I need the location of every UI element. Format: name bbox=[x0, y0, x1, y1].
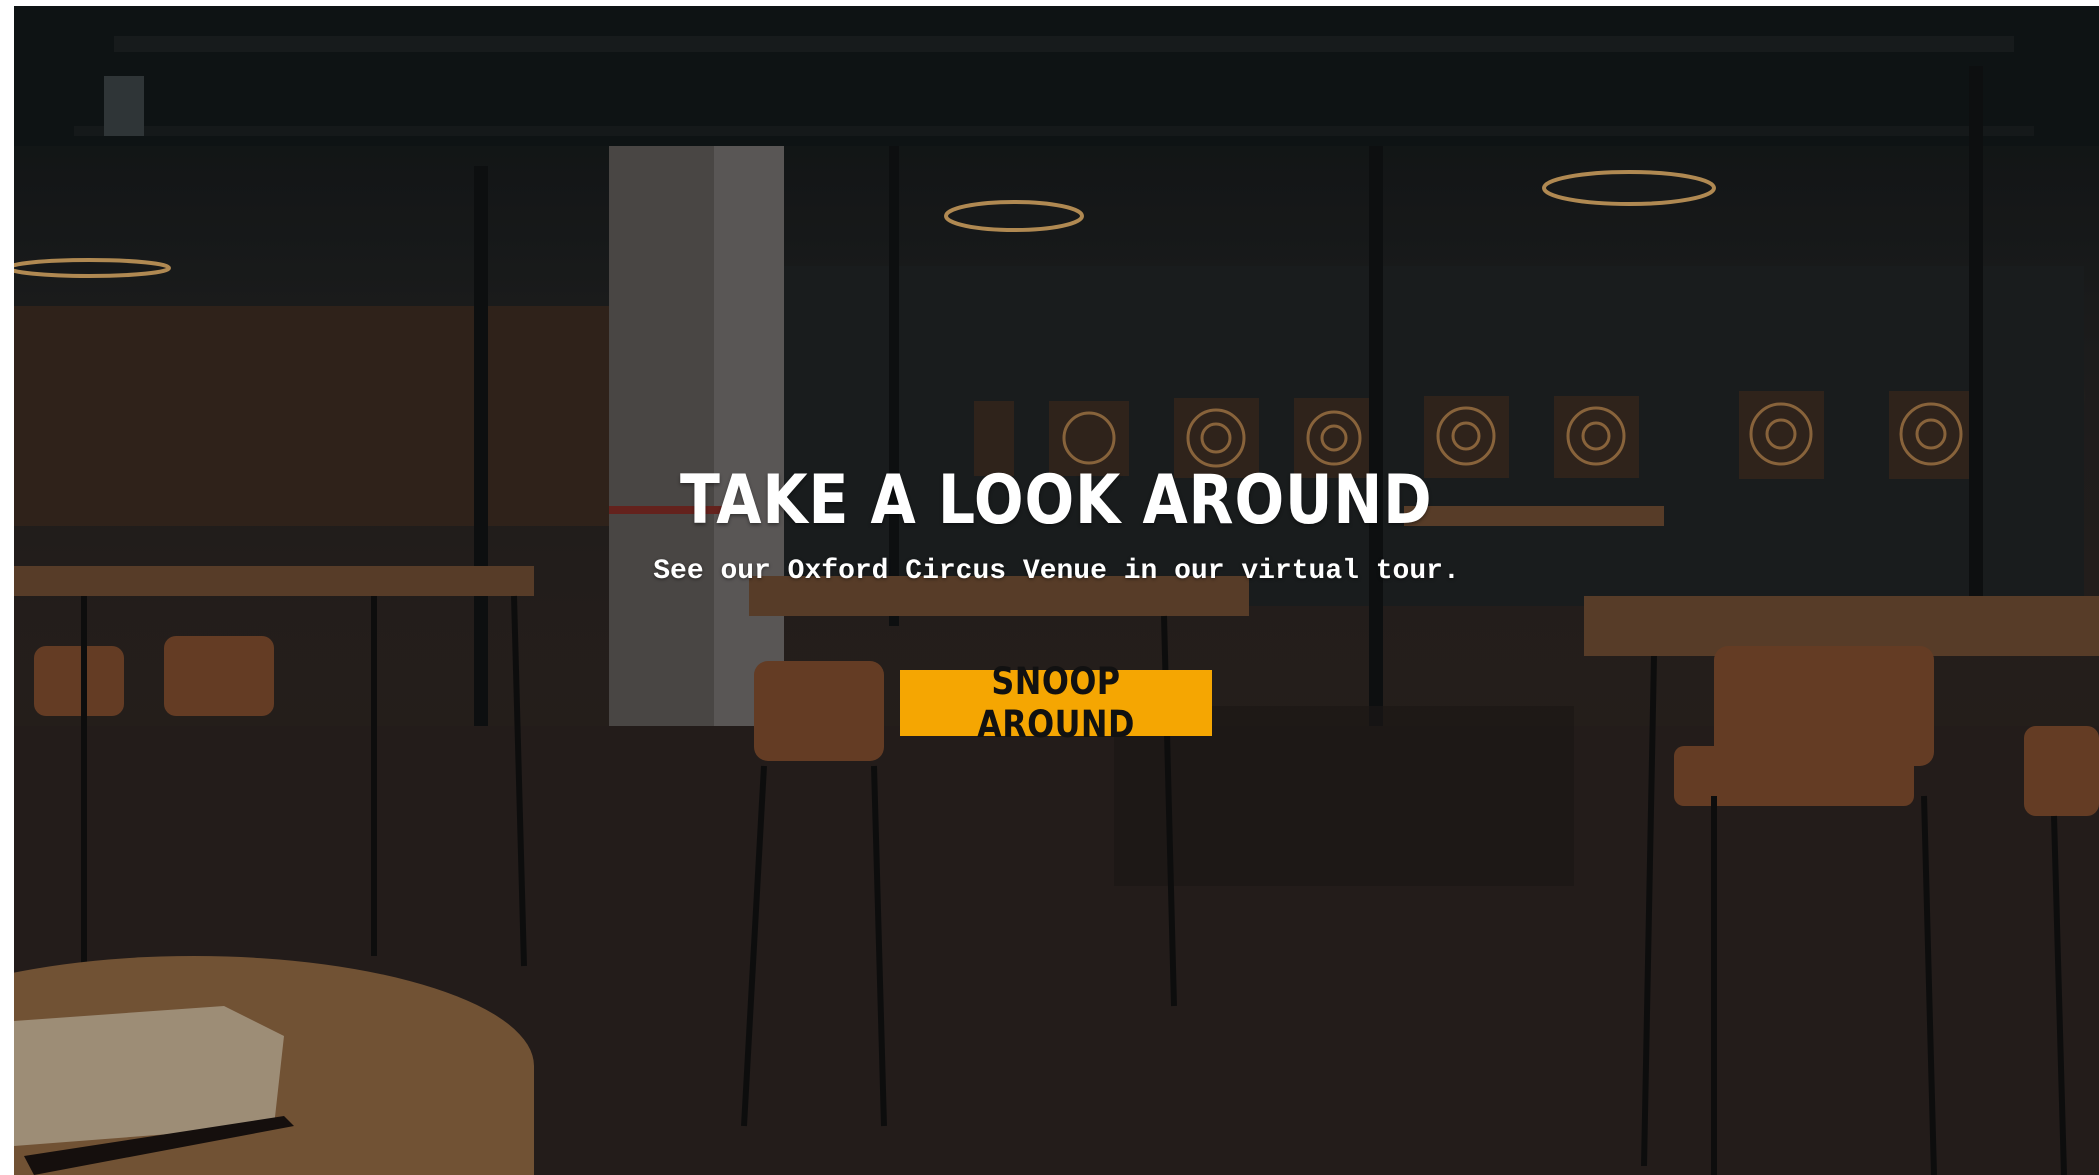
hero-subtitle: See our Oxford Circus Venue in our virtu… bbox=[653, 556, 1460, 587]
hero-section: TAKE A LOOK AROUND See our Oxford Circus… bbox=[14, 6, 2099, 1175]
snoop-around-button[interactable]: SNOOP AROUND bbox=[900, 660, 1212, 746]
snoop-around-button-label: SNOOP AROUND bbox=[977, 660, 1135, 746]
hero-title: TAKE A LOOK AROUND bbox=[679, 461, 1433, 540]
hero-content: TAKE A LOOK AROUND See our Oxford Circus… bbox=[14, 6, 2099, 1175]
